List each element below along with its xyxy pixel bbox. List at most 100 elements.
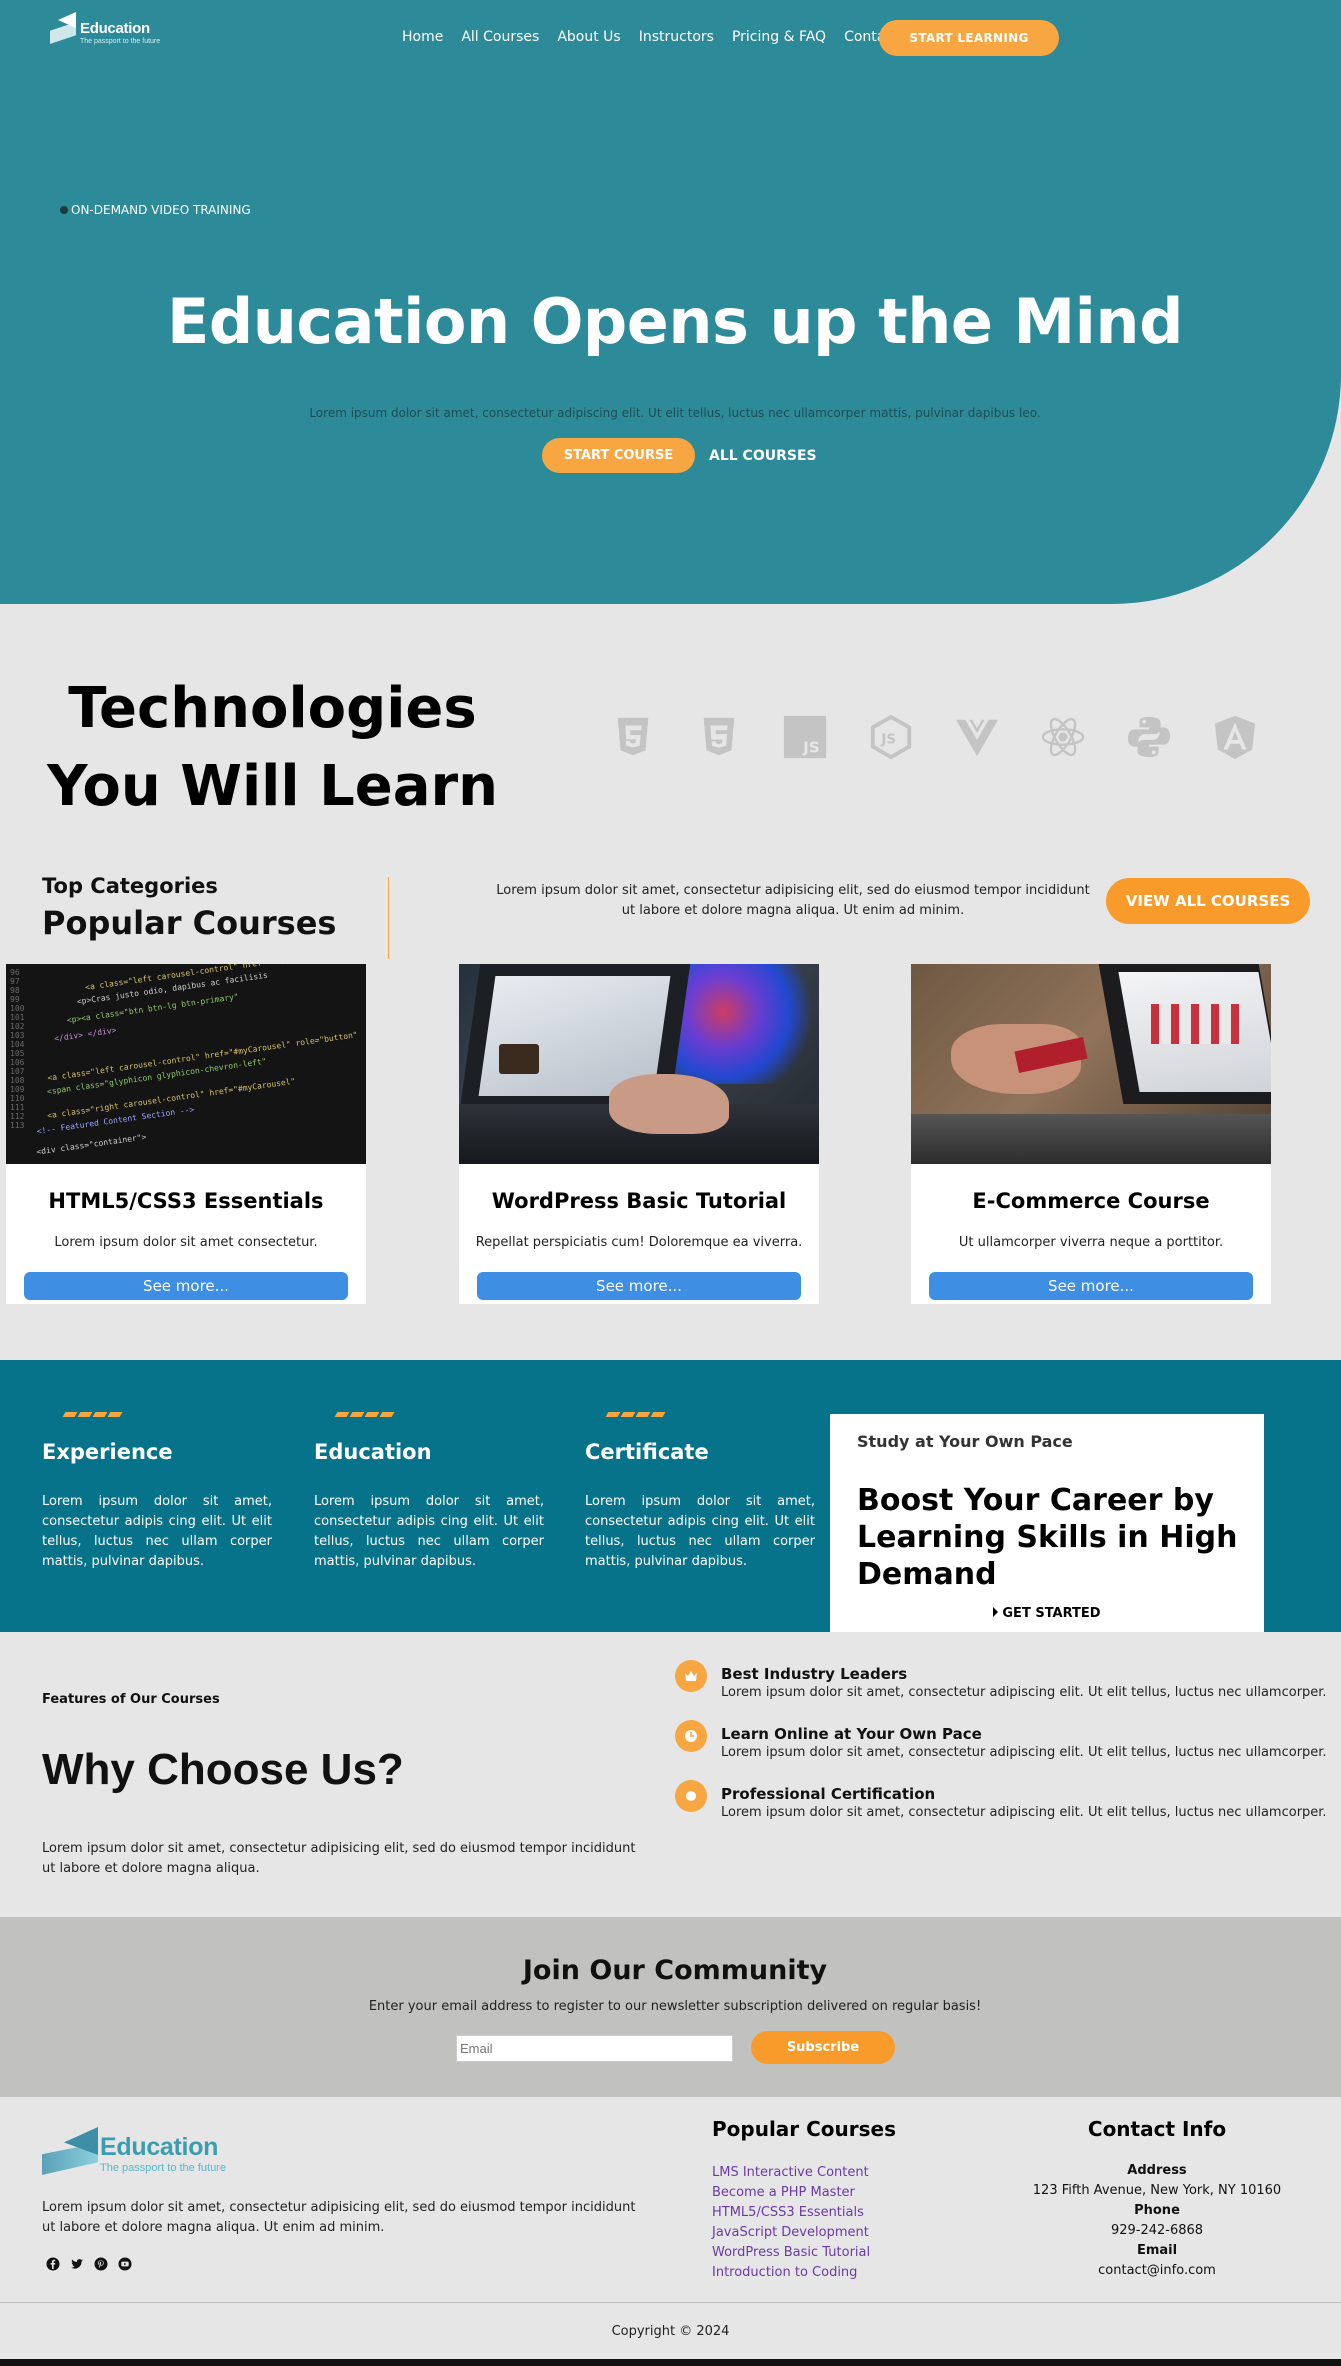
why-item-text: Lorem ipsum dolor sit amet, consectetur … <box>721 1745 1327 1760</box>
course-description: Lorem ipsum dolor sit amet consectetur. <box>54 1235 318 1250</box>
nav-instructors[interactable]: Instructors <box>639 29 714 45</box>
screen-photo <box>499 1044 539 1074</box>
popular-header: Top Categories Popular Courses <box>42 874 336 942</box>
email-value[interactable]: contact@info.com <box>1007 2261 1307 2281</box>
course-description: Ut ullamcorper viverra neque a porttitor… <box>958 1235 1224 1250</box>
why-item-text: Lorem ipsum dolor sit amet, consectetur … <box>721 1685 1327 1700</box>
stripes-icon <box>334 1412 544 1418</box>
youtube-icon[interactable] <box>118 2257 132 2271</box>
laptop-base <box>911 1114 1271 1164</box>
boost-card: Study at Your Own Pace Boost Your Career… <box>830 1414 1264 1632</box>
why-item-title: Professional Certification <box>721 1785 936 1803</box>
footer-course-link[interactable]: JavaScript Development <box>712 2223 870 2243</box>
footer-logo-name: Education <box>100 2133 219 2161</box>
nav-about-us[interactable]: About Us <box>557 29 620 45</box>
view-all-courses-button[interactable]: VIEW ALL COURSES <box>1106 878 1310 924</box>
email-label: Email <box>1136 2243 1178 2258</box>
footer-logo-mark-icon <box>42 2123 98 2177</box>
vuejs-icon <box>954 714 1000 760</box>
see-more-button[interactable]: See more... <box>24 1272 348 1300</box>
top-navigation: Education The passport to the future Hom… <box>0 0 1341 76</box>
email-input[interactable] <box>456 2035 733 2062</box>
footer-contact-title: Contact Info <box>1087 2117 1227 2141</box>
nav-home[interactable]: Home <box>402 29 443 45</box>
all-courses-link[interactable]: ALL COURSES <box>709 448 817 464</box>
nav-links: Home All Courses About Us Instructors Pr… <box>402 29 917 45</box>
hero-buttons: START COURSE ALL COURSES <box>542 438 817 473</box>
javascript-icon: JS <box>782 714 828 760</box>
start-learning-button[interactable]: START LEARNING <box>879 20 1059 56</box>
nav-all-courses[interactable]: All Courses <box>461 29 539 45</box>
site-logo[interactable]: Education The passport to the future <box>50 12 160 48</box>
boost-kicker: Study at Your Own Pace <box>857 1432 1073 1451</box>
course-card[interactable]: 96 97 98 99 100 101 102 103 104 105 106 107 108 109 11… <box>6 964 366 1304</box>
feature-text: Lorem ipsum dolor sit amet, consectetur … <box>42 1494 272 1569</box>
why-item-text: Lorem ipsum dolor sit amet, consectetur … <box>721 1805 1327 1820</box>
footer-description: Lorem ipsum dolor sit amet, consectetur … <box>42 2200 636 2235</box>
address-label: Address <box>1127 2163 1187 2178</box>
footer-course-link[interactable]: Introduction to Coding <box>712 2263 870 2283</box>
footer-logo-tagline: The passport to the future <box>100 2162 226 2174</box>
pinterest-icon[interactable] <box>94 2257 108 2271</box>
footer-course-link[interactable]: LMS Interactive Content <box>712 2163 870 2183</box>
eyebrow-dot-icon <box>60 206 68 214</box>
react-icon <box>1040 714 1086 760</box>
feature-title: Education <box>314 1440 432 1464</box>
popular-title: Popular Courses <box>42 904 337 942</box>
start-course-button[interactable]: START COURSE <box>542 438 695 473</box>
footer-course-link[interactable]: WordPress Basic Tutorial <box>712 2243 870 2263</box>
footer-logo[interactable]: Education The passport to the future <box>42 2123 226 2177</box>
nodejs-icon: JS <box>868 714 914 760</box>
course-image-laptop <box>459 964 819 1164</box>
bottom-bar <box>0 2359 1341 2366</box>
svg-text:JS: JS <box>880 733 896 748</box>
angular-icon <box>1212 714 1258 760</box>
footer-course-link[interactable]: Become a PHP Master <box>712 2183 870 2203</box>
newsletter-section: Join Our Community Enter your email addr… <box>0 1917 1341 2097</box>
feature-education: Education Lorem ipsum dolor sit amet, co… <box>314 1412 544 1572</box>
why-item-title: Best Industry Leaders <box>721 1665 908 1683</box>
popular-divider <box>388 877 389 959</box>
clock-icon <box>675 1720 707 1752</box>
screen-products <box>1151 1004 1241 1044</box>
course-title: HTML5/CSS3 Essentials <box>48 1189 324 1213</box>
twitter-icon[interactable] <box>70 2257 84 2271</box>
stripes-icon <box>605 1412 815 1418</box>
see-more-button[interactable]: See more... <box>477 1272 801 1300</box>
boost-title: Boost Your Career by Learning Skills in … <box>857 1483 1238 1592</box>
social-links <box>46 2257 142 2271</box>
get-started-button[interactable]: GET STARTED <box>830 1606 1264 1621</box>
feature-text: Lorem ipsum dolor sit amet, consectetur … <box>314 1494 544 1569</box>
popular-kicker: Top Categories <box>42 874 218 898</box>
footer-course-link[interactable]: HTML5/CSS3 Essentials <box>712 2203 870 2223</box>
feature-certificate: Certificate Lorem ipsum dolor sit amet, … <box>585 1412 815 1572</box>
css3-icon <box>696 714 742 760</box>
technologies-title: Technologies You Will Learn <box>0 670 545 826</box>
see-more-button[interactable]: See more... <box>929 1272 1253 1300</box>
course-card[interactable]: E-Commerce Course Ut ullamcorper viverra… <box>911 964 1271 1304</box>
course-image-code: 96 97 98 99 100 101 102 103 104 105 106 107 108 109 11… <box>6 964 366 1164</box>
why-title: Why Choose Us? <box>42 1745 404 1794</box>
hero-subtitle: Lorem ipsum dolor sit amet, consectetur … <box>309 406 1041 420</box>
feature-title: Experience <box>42 1440 173 1464</box>
stripes-icon <box>62 1412 272 1418</box>
technology-icons: JS JS <box>610 714 1298 760</box>
nav-pricing-faq[interactable]: Pricing & FAQ <box>732 29 826 45</box>
facebook-icon[interactable] <box>46 2257 60 2271</box>
features-band: Experience Lorem ipsum dolor sit amet, c… <box>0 1360 1341 1632</box>
hero-eyebrow: ON-DEMAND VIDEO TRAINING <box>60 203 251 217</box>
svg-text:JS: JS <box>802 738 820 756</box>
course-card[interactable]: WordPress Basic Tutorial Repellat perspi… <box>459 964 819 1304</box>
course-image-ecommerce <box>911 964 1271 1164</box>
popular-description: Lorem ipsum dolor sit amet, consectetur … <box>496 883 1090 918</box>
footer-courses-title: Popular Courses <box>712 2117 897 2141</box>
get-started-label: GET STARTED <box>1002 1606 1101 1621</box>
subscribe-button[interactable]: Subscribe <box>751 2031 895 2064</box>
why-kicker: Features of Our Courses <box>42 1692 220 1707</box>
circle-icon <box>675 1780 707 1812</box>
play-triangle-icon <box>993 1607 999 1617</box>
why-choose-us-section: Features of Our Courses Why Choose Us? L… <box>0 1632 1341 1917</box>
hero-section: Education The passport to the future Hom… <box>0 0 1341 604</box>
phone-value[interactable]: 929-242-6868 <box>1007 2221 1307 2241</box>
phone-label: Phone <box>1134 2203 1180 2218</box>
